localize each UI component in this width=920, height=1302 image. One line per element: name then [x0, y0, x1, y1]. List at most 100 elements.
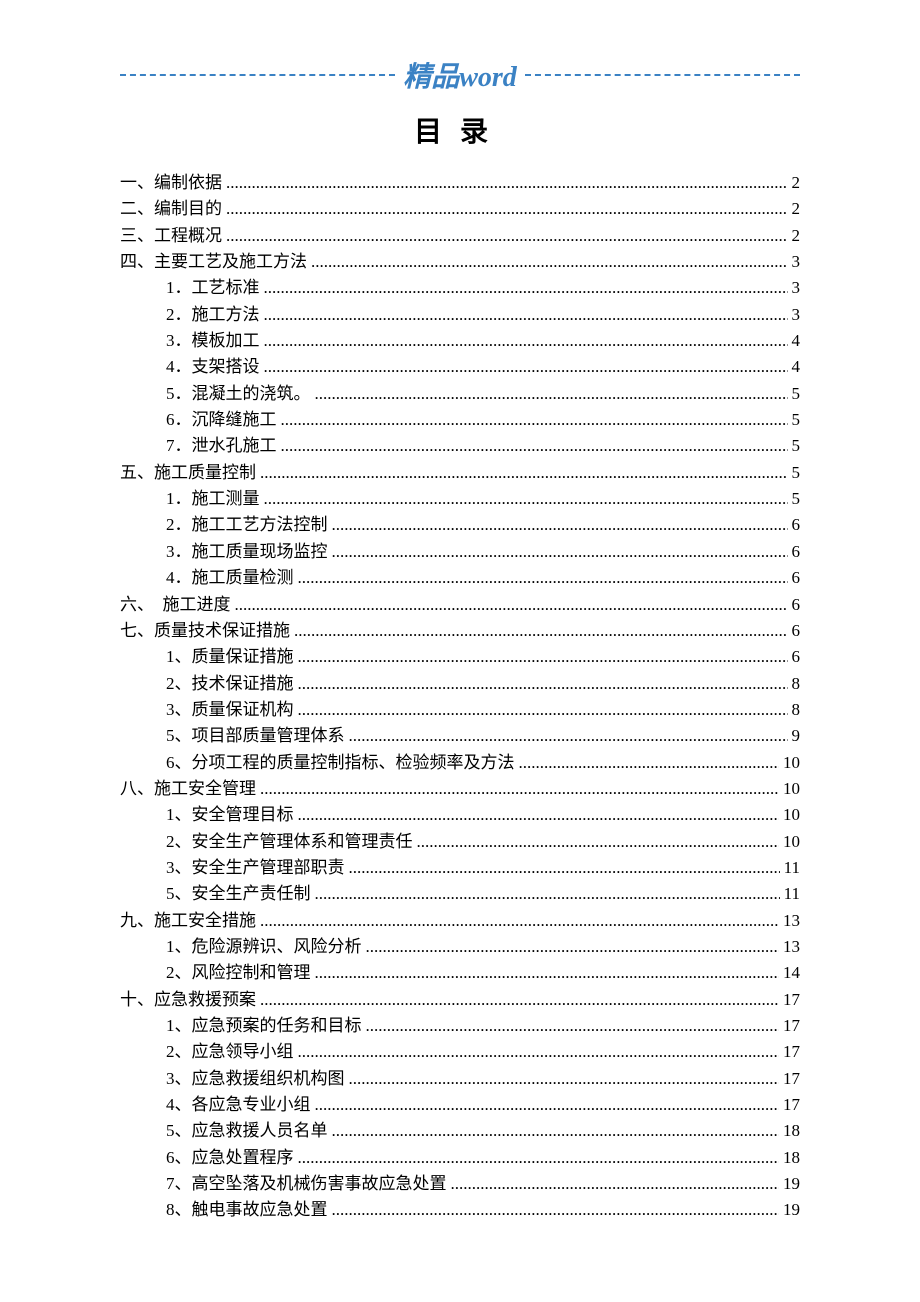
toc-label: 2、安全生产管理体系和管理责任: [166, 829, 413, 855]
toc-label: 4、各应急专业小组: [166, 1092, 311, 1118]
toc-leader-dots: [290, 618, 788, 644]
toc-page-number: 3: [788, 302, 801, 328]
toc-leader-dots: [311, 381, 788, 407]
toc-page-number: 6: [788, 644, 801, 670]
toc-row: 七、质量技术保证措施6: [120, 618, 800, 644]
toc-row: 2．施工工艺方法控制6: [120, 512, 800, 538]
toc-page-number: 4: [788, 354, 801, 380]
toc-leader-dots: [222, 223, 788, 249]
toc-leader-dots: [256, 987, 779, 1013]
toc-label: 七、质量技术保证措施: [120, 618, 290, 644]
toc-leader-dots: [515, 750, 780, 776]
toc-page-number: 5: [788, 460, 801, 486]
toc-label: 1、危险源辨识、风险分析: [166, 934, 362, 960]
toc-leader-dots: [231, 592, 788, 618]
toc-row: 5、项目部质量管理体系 9: [120, 723, 800, 749]
toc-leader-dots: [307, 249, 788, 275]
toc-leader-dots: [294, 565, 788, 591]
toc-leader-dots: [311, 960, 780, 986]
toc-label: 1、质量保证措施: [166, 644, 294, 670]
toc-page-number: 18: [779, 1145, 800, 1171]
toc-leader-dots: [328, 512, 788, 538]
toc-leader-dots: [256, 908, 779, 934]
toc-label: 1、安全管理目标: [166, 802, 294, 828]
toc-label: 五、施工质量控制: [120, 460, 256, 486]
toc-row: 2、风险控制和管理 14: [120, 960, 800, 986]
toc-label: 3、应急救援组织机构图: [166, 1066, 345, 1092]
toc-page-number: 9: [788, 723, 801, 749]
toc-row: 3．模板加工4: [120, 328, 800, 354]
toc-row: 5、应急救援人员名单18: [120, 1118, 800, 1144]
toc-label: 2、风险控制和管理: [166, 960, 311, 986]
toc-page-number: 17: [779, 1013, 800, 1039]
banner-right: word: [459, 62, 517, 93]
toc-label: 1、应急预案的任务和目标: [166, 1013, 362, 1039]
toc-label: 5、项目部质量管理体系: [166, 723, 345, 749]
toc-label: 2、应急领导小组: [166, 1039, 294, 1065]
toc-row: 六、 施工进度6: [120, 592, 800, 618]
toc-page-number: 8: [788, 671, 801, 697]
toc-leader-dots: [328, 1118, 780, 1144]
toc-row: 2、安全生产管理体系和管理责任10: [120, 829, 800, 855]
toc-row: 3、安全生产管理部职责11: [120, 855, 800, 881]
toc-label: 二、编制目的: [120, 196, 222, 222]
toc-row: 三、工程概况2: [120, 223, 800, 249]
toc-row: 3、质量保证机构8: [120, 697, 800, 723]
toc-leader-dots: [413, 829, 780, 855]
toc-row: 十、应急救援预案17: [120, 987, 800, 1013]
toc-row: 6、应急处置程序 18: [120, 1145, 800, 1171]
toc-leader-dots: [256, 776, 779, 802]
toc-label: 3．模板加工: [166, 328, 260, 354]
toc-page-number: 10: [779, 750, 800, 776]
toc-leader-dots: [277, 407, 788, 433]
toc-page-number: 17: [779, 1092, 800, 1118]
toc-leader-dots: [260, 302, 788, 328]
toc-page-number: 19: [779, 1197, 800, 1223]
toc-row: 1．工艺标准3: [120, 275, 800, 301]
toc-page-number: 2: [788, 170, 801, 196]
toc-row: 2、应急领导小组 17: [120, 1039, 800, 1065]
toc-row: 4．施工质量检测6: [120, 565, 800, 591]
banner-dash-left: [120, 74, 395, 76]
toc-leader-dots: [345, 723, 788, 749]
toc-row: 7．泄水孔施工5: [120, 433, 800, 459]
toc-page-number: 17: [779, 1039, 800, 1065]
toc-label: 3、质量保证机构: [166, 697, 294, 723]
banner-dash-right: [525, 74, 800, 76]
toc-leader-dots: [294, 802, 780, 828]
toc-page-number: 11: [780, 881, 800, 907]
toc-label: 八、施工安全管理: [120, 776, 256, 802]
toc-leader-dots: [256, 460, 788, 486]
toc-page-number: 10: [779, 802, 800, 828]
toc-label: 6、应急处置程序: [166, 1145, 294, 1171]
toc-row: 四、主要工艺及施工方法3: [120, 249, 800, 275]
toc-leader-dots: [328, 1197, 780, 1223]
toc-label: 6．沉降缝施工: [166, 407, 277, 433]
toc-page-number: 18: [779, 1118, 800, 1144]
toc-page-number: 2: [788, 223, 801, 249]
toc-leader-dots: [447, 1171, 780, 1197]
toc-label: 2．施工方法: [166, 302, 260, 328]
toc-row: 5、安全生产责任制11: [120, 881, 800, 907]
toc-label: 六、 施工进度: [120, 592, 231, 618]
toc-leader-dots: [311, 1092, 780, 1118]
toc-page-number: 14: [779, 960, 800, 986]
toc-row: 二、编制目的 2: [120, 196, 800, 222]
toc-label: 8、触电事故应急处置: [166, 1197, 328, 1223]
toc-row: 1、质量保证措施 6: [120, 644, 800, 670]
toc-leader-dots: [260, 486, 788, 512]
toc-row: 五、施工质量控制 5: [120, 460, 800, 486]
toc-label: 7．泄水孔施工: [166, 433, 277, 459]
toc-page-number: 17: [779, 1066, 800, 1092]
toc-page-number: 17: [779, 987, 800, 1013]
toc-leader-dots: [260, 275, 788, 301]
toc-leader-dots: [222, 170, 788, 196]
toc-label: 2、技术保证措施: [166, 671, 294, 697]
toc-page-number: 2: [788, 196, 801, 222]
toc-label: 九、施工安全措施: [120, 908, 256, 934]
toc-page-number: 6: [788, 565, 801, 591]
toc-leader-dots: [294, 644, 788, 670]
toc-leader-dots: [277, 433, 788, 459]
toc-leader-dots: [222, 196, 788, 222]
toc-row: 2．施工方法 3: [120, 302, 800, 328]
